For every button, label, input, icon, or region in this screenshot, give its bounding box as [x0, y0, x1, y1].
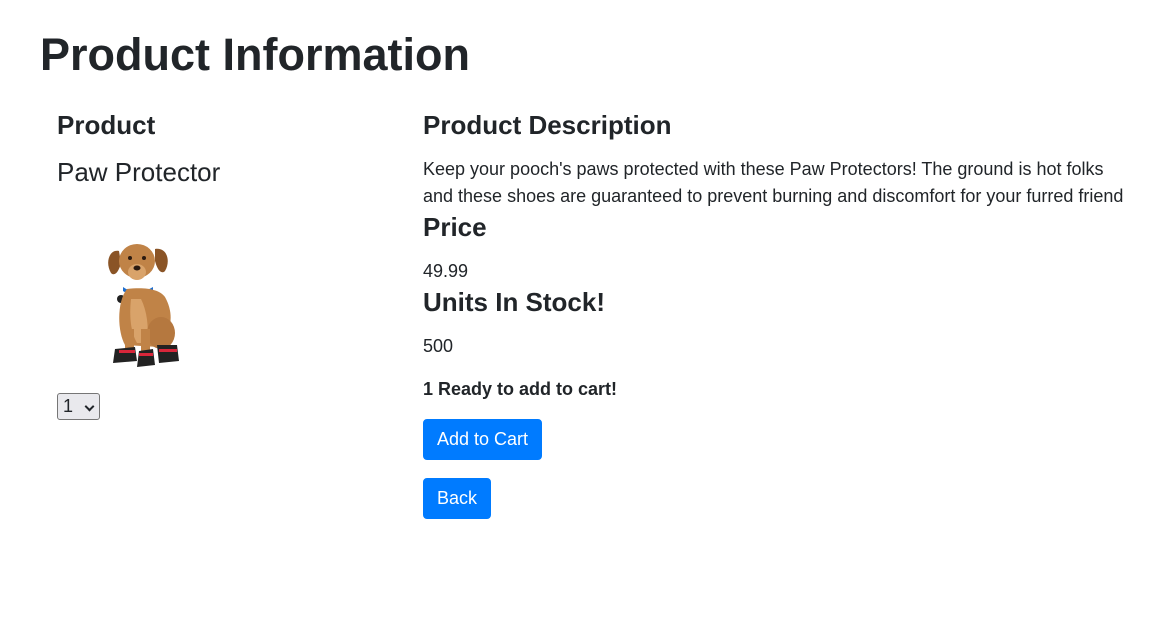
product-column: Product Paw Protector 1: [57, 108, 387, 420]
product-name: Paw Protector: [57, 157, 221, 187]
stock-heading: Units In Stock!: [423, 287, 606, 317]
ready-message: 1 Ready to add to cart!: [423, 379, 618, 399]
quantity-selected-value: 1: [63, 396, 74, 416]
stock-value: 500: [423, 336, 454, 356]
product-image: [108, 244, 179, 367]
quantity-select[interactable]: 1: [57, 393, 100, 420]
chevron-down-icon: [84, 401, 95, 412]
details-column: Product Description Keep your pooch's pa…: [423, 108, 1133, 519]
back-button[interactable]: Back: [423, 478, 492, 519]
page-title: Product Information: [40, 29, 470, 80]
product-description: Keep your pooch's paws protected with th…: [423, 159, 1124, 206]
product-heading: Product: [57, 110, 156, 140]
price-heading: Price: [423, 212, 487, 242]
description-heading: Product Description: [423, 110, 672, 140]
price-value: 49.99: [423, 261, 469, 281]
add-to-cart-button[interactable]: Add to Cart: [423, 419, 543, 460]
